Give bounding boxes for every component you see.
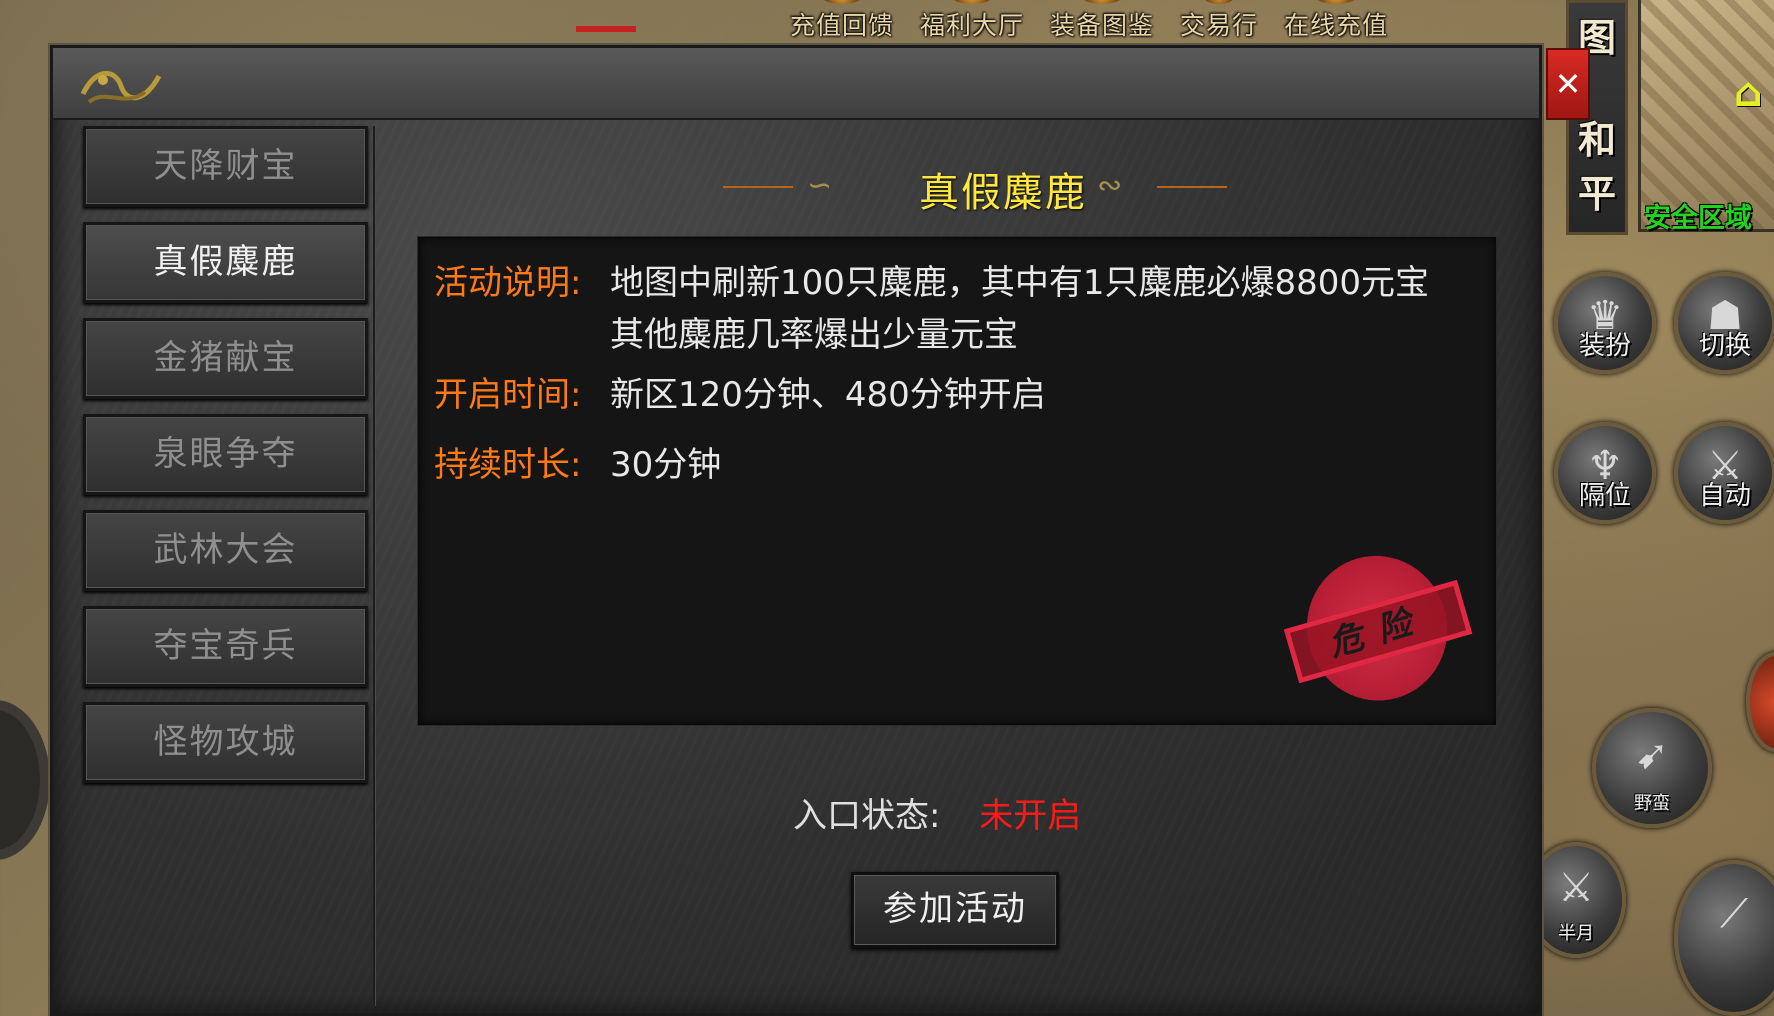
switch-icon[interactable]: ☗ 切换 [1674,272,1774,374]
auto-icon[interactable]: ⚔ 自动 [1674,422,1774,524]
page-title: 真假麋鹿 [919,170,1087,216]
description-line-2: 其他麋鹿几率爆出少量元宝 [610,315,1018,355]
panel-header [53,48,1539,120]
sidebar-item-spring-battle[interactable]: 泉眼争夺 [83,414,368,495]
top-menu: 充值回馈 福利大厅 装备图鉴 交易行 在线充值 [790,0,1388,46]
map-tab-peace-2[interactable]: 平 [1569,163,1625,218]
minimap-player-marker: ⌂ [1734,70,1763,116]
sidebar-item-martial-tournament[interactable]: 武林大会 [83,510,368,591]
sidebar-item-golden-pig[interactable]: 金猪献宝 [83,318,368,399]
description-line-1: 地图中刷新100只麋鹿，其中有1只麋鹿必爆8800元宝 [610,263,1430,303]
info-open-time: 开启时间: 新区120分钟、480分钟开启 [434,369,1456,421]
title-ornament-right-icon: ∾ [1097,168,1123,203]
entry-status-label: 入口状态: [793,796,941,836]
title-row: ∽ 真假麋鹿 ∾ [723,156,1283,216]
duration-value: 30分钟 [610,445,722,485]
background-joystick-ring [0,700,50,860]
activity-info-box: 活动说明: 地图中刷新100只麋鹿，其中有1只麋鹿必爆8800元宝 其他麋鹿几率… [417,236,1497,726]
hp-indicator [576,26,636,32]
open-time-label: 开启时间: [434,375,582,415]
fire-skill-icon[interactable] [1746,652,1774,752]
activity-sidebar: 天降财宝 真假麋鹿 金猪献宝 泉眼争夺 武林大会 夺宝奇兵 怪物攻城 [75,126,375,1006]
panel-logo-icon [80,70,162,104]
entry-status: 入口状态: 未开启 [793,788,1081,837]
top-menu-online-recharge[interactable]: 在线充值 [1284,0,1388,46]
top-menu-equipment-codex[interactable]: 装备图鉴 [1050,0,1154,46]
safe-zone-label: 安全区域 [1644,203,1752,234]
sidebar-item-monster-siege[interactable]: 怪物攻城 [83,702,368,783]
title-divider-right [1157,186,1227,188]
sidebar-item-treasure-raid[interactable]: 夺宝奇兵 [83,606,368,687]
attack-icon[interactable]: ⟋ [1674,860,1774,1016]
info-duration: 持续时长: 30分钟 [434,439,1456,491]
costume-icon[interactable]: ♛ 装扮 [1554,272,1656,374]
danger-stamp-icon: 危险 [1271,536,1476,727]
savage-icon[interactable]: ➹ 野蛮 [1592,708,1712,828]
top-menu-recharge-rebate[interactable]: 充值回馈 [790,0,894,46]
duration-label: 持续时长: [434,445,582,485]
info-description: 活动说明: 地图中刷新100只麋鹿，其中有1只麋鹿必爆8800元宝 其他麋鹿几率… [434,257,1456,361]
sidebar-item-true-false-elk[interactable]: 真假麋鹿 [83,222,368,303]
description-label: 活动说明: [434,263,582,303]
open-time-value: 新区120分钟、480分钟开启 [610,375,1046,415]
top-menu-welfare-hall[interactable]: 福利大厅 [920,0,1024,46]
position-icon[interactable]: ♆ 隔位 [1554,422,1656,524]
activity-panel: 天降财宝 真假麋鹿 金猪献宝 泉眼争夺 武林大会 夺宝奇兵 怪物攻城 ∽ 真假麋… [50,45,1542,1016]
entry-status-value: 未开启 [979,796,1082,836]
join-activity-button[interactable]: 参加活动 [851,872,1059,948]
close-icon[interactable]: ✕ [1546,48,1590,120]
top-menu-trading-house[interactable]: 交易行 [1180,0,1258,46]
sidebar-item-treasure-drop[interactable]: 天降财宝 [83,126,368,207]
hud-right: 图 和 平 ⌂ 安全区域 ♛ 装扮 ☗ 切换 ♆ 隔位 ⚔ 自动 ➹ 野蛮 ⚔ … [1526,0,1774,1016]
